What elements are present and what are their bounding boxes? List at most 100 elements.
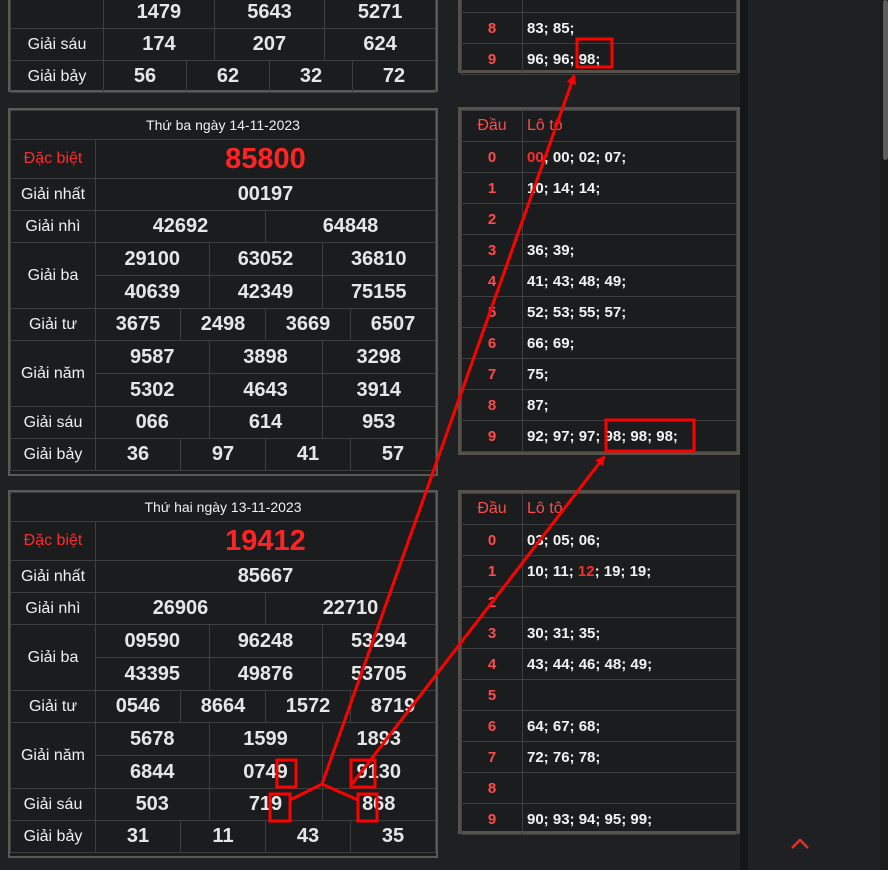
- prize-label: Giải ba: [10, 242, 96, 309]
- prize-label: Giải bảy: [10, 60, 104, 93]
- loto-values: 10; 14; 14;: [522, 172, 737, 204]
- special-prize-label: Đặc biệt: [10, 521, 96, 561]
- prize-number: 53705: [350, 662, 407, 685]
- loto-values: 75;: [522, 358, 737, 390]
- prize-label: Giải ba: [10, 624, 96, 691]
- prize-number: 49876: [209, 658, 323, 690]
- prize-label: Giải bảy: [10, 438, 96, 471]
- prize-number: 42692: [96, 211, 266, 242]
- loto-values: 64; 67; 68;: [522, 710, 737, 742]
- prize-number: 614: [209, 407, 323, 438]
- loto-head-digit: 3: [461, 617, 523, 649]
- prize-label: Giải năm: [10, 722, 96, 789]
- loto-head-label: Đầu: [461, 110, 523, 142]
- prize-number: 6507: [350, 308, 436, 341]
- prize-number: 3669: [265, 308, 351, 341]
- loto-values: 72; 76; 78;: [522, 741, 737, 773]
- prize-label: Giải năm: [10, 340, 96, 407]
- prize-number: 11: [180, 820, 266, 853]
- prize-number: 0749: [209, 756, 323, 788]
- prize-label: Giải sáu: [10, 406, 96, 439]
- loto-values: 90; 93; 94; 95; 99;: [522, 803, 737, 835]
- prize-number: 72: [352, 60, 436, 93]
- special-prize-label: Đặc biệt: [10, 139, 96, 179]
- prize-number: 53294: [350, 629, 407, 652]
- prize-number: 3298: [356, 345, 402, 368]
- prize-label: Giải sáu: [10, 28, 104, 61]
- prize-number: 29100: [96, 243, 210, 275]
- results-table-day1: Thứ ba ngày 14-11-2023 Đặc biệt 85800 Gi…: [8, 108, 438, 476]
- prize-label: [10, 0, 104, 29]
- prize-number: 6844: [96, 756, 210, 788]
- loto-values: 87;: [522, 389, 737, 421]
- prize-number: 207: [214, 29, 326, 60]
- loto-values: 52; 53; 55; 57;: [522, 296, 737, 328]
- prize-label: Giải tư: [10, 690, 96, 723]
- prize-number: 624: [363, 33, 397, 55]
- prize-number: 174: [104, 29, 215, 60]
- prize-number: 26906: [96, 593, 266, 624]
- loto-values: 43; 44; 46; 48; 49;: [522, 648, 737, 680]
- prize-number: 5643: [214, 0, 326, 28]
- loto-values: 10; 11; 12; 19; 19;: [522, 555, 737, 587]
- loto-head-digit: 8: [461, 12, 523, 44]
- prize-number: 63052: [209, 243, 323, 275]
- loto-head-digit: 9: [461, 420, 523, 452]
- prize-number: 35: [350, 820, 436, 853]
- prize-label: Giải tư: [10, 308, 96, 341]
- loto-values: 00; 00; 02; 07;: [522, 141, 737, 173]
- loto-values: 92; 97; 97; 98; 98; 98;: [522, 420, 737, 452]
- prize-number: 43: [265, 820, 351, 853]
- loto-head-digit: 4: [461, 648, 523, 680]
- prize-number: 1893: [356, 727, 402, 750]
- loto-head-digit: 2: [461, 203, 523, 235]
- prize-number: 00197: [95, 178, 436, 211]
- loto-head-digit: 8: [461, 389, 523, 421]
- loto-values: [522, 586, 737, 618]
- special-prize-number: 19412: [95, 521, 436, 561]
- prize-number: 1599: [209, 723, 323, 755]
- scrollbar-thumb[interactable]: [883, 0, 888, 160]
- loto-values: 83; 85;: [522, 12, 737, 44]
- results-table-previous: 1479 5643 5271 Giải sáu 174 207 624 Giải…: [8, 0, 438, 93]
- loto-values-label: Lô tô: [522, 493, 737, 525]
- content-divider: [740, 0, 748, 870]
- prize-number: 719: [209, 789, 323, 820]
- prize-number: 5271: [357, 1, 403, 23]
- prize-number: 3675: [95, 308, 181, 341]
- prize-number: 8664: [180, 690, 266, 723]
- loto-head-digit: 0: [461, 524, 523, 556]
- loto-head-digit: 9: [461, 803, 523, 835]
- loto-values: 30; 31; 35;: [522, 617, 737, 649]
- prize-number: 3898: [209, 341, 323, 373]
- loto-head-digit: 7: [461, 741, 523, 773]
- loto-head-digit: 5: [461, 679, 523, 711]
- prize-number: 2498: [180, 308, 266, 341]
- results-date-title: Thứ ba ngày 14-11-2023: [10, 110, 436, 140]
- prize-number: 42349: [209, 276, 323, 308]
- loto-values: 36; 39;: [522, 234, 737, 266]
- prize-number: 5678: [96, 723, 210, 755]
- loto-values: [522, 679, 737, 711]
- loto-head-digit: 3: [461, 234, 523, 266]
- prize-number: 1572: [265, 690, 351, 723]
- prize-number: 868: [362, 793, 396, 815]
- scroll-top-button[interactable]: [788, 832, 812, 856]
- loto-values: [522, 203, 737, 235]
- prize-number: 0546: [95, 690, 181, 723]
- loto-values: 03; 05; 06;: [522, 524, 737, 556]
- loto-values-label: Lô tô: [522, 110, 737, 142]
- loto-head-digit: 2: [461, 586, 523, 618]
- special-prize-number: 85800: [95, 139, 436, 179]
- prize-number: 22710: [322, 597, 379, 619]
- prize-number: 503: [96, 789, 210, 820]
- chevron-up-icon: [791, 838, 809, 849]
- loto-head-digit: 9: [461, 43, 523, 75]
- prize-label: Giải sáu: [10, 788, 96, 821]
- loto-head-digit: 1: [461, 555, 523, 587]
- prize-label: Giải nhất: [10, 178, 96, 211]
- prize-number: 9130: [356, 760, 402, 783]
- prize-number: 1479: [104, 0, 215, 28]
- prize-label: Giải nhì: [10, 210, 96, 243]
- loto-head-digit: 7: [461, 358, 523, 390]
